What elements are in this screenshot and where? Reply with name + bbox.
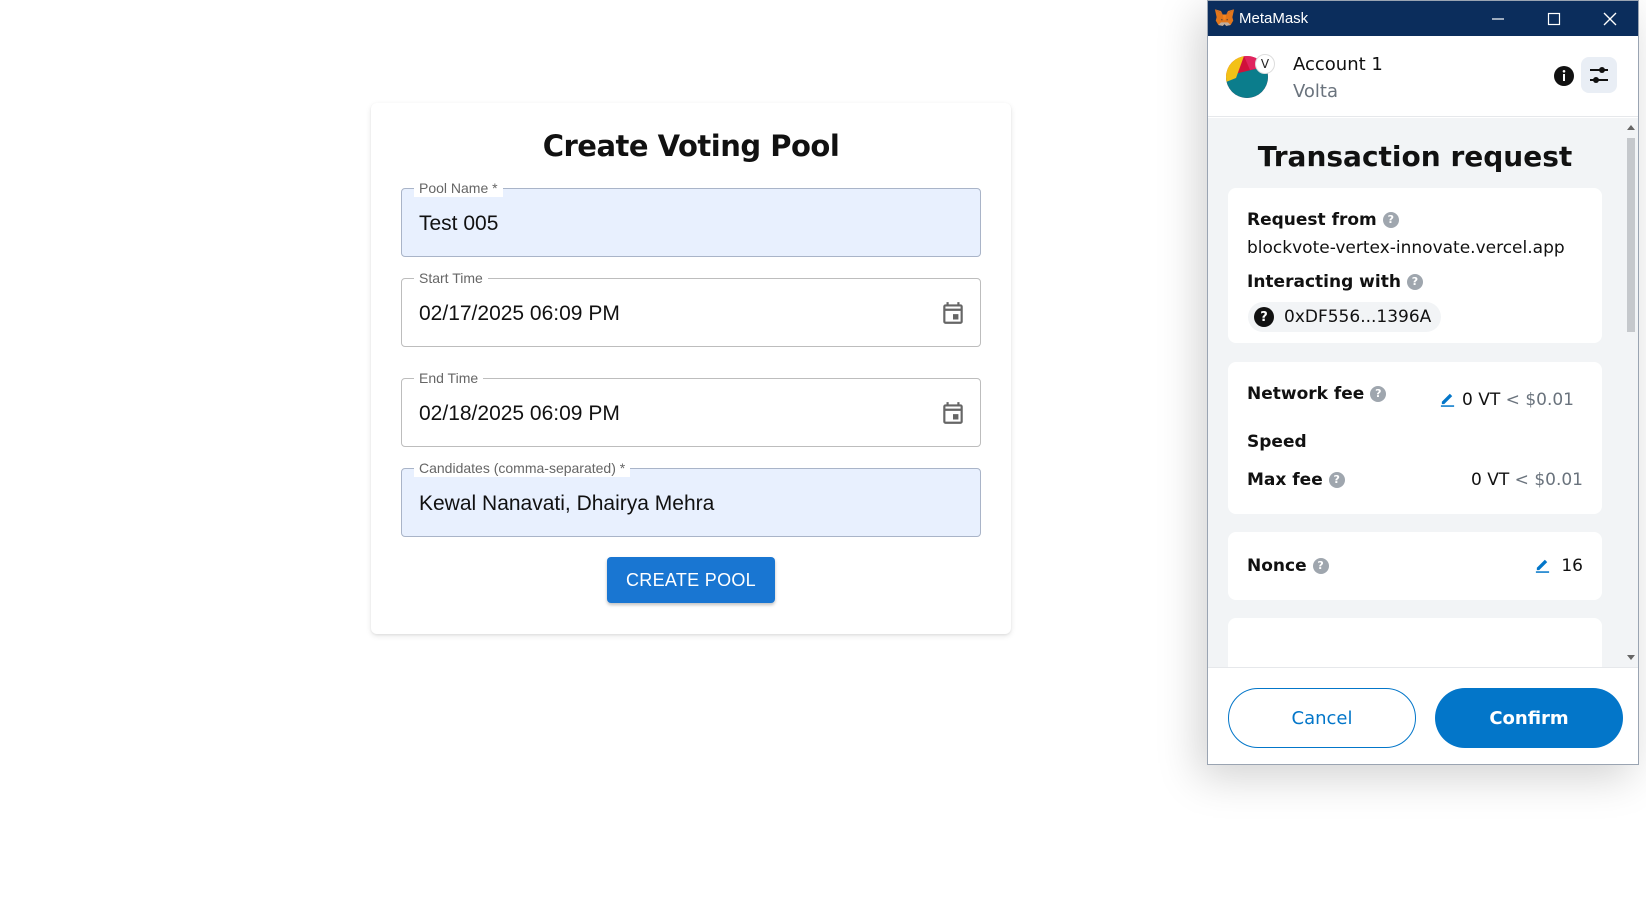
help-icon[interactable]: ?: [1328, 472, 1345, 488]
contract-address-pill[interactable]: ? 0xDF556...1396A: [1248, 302, 1442, 332]
end-time-field[interactable]: End Time 02/18/2025 06:09 PM: [401, 369, 981, 447]
candidates-input[interactable]: Kewal Nanavati, Dhairya Mehra: [419, 492, 714, 516]
pool-name-field[interactable]: Pool Name * Test 005: [401, 179, 981, 257]
network-badge: V: [1255, 54, 1275, 74]
start-time-field[interactable]: Start Time 02/17/2025 06:09 PM: [401, 269, 981, 347]
nonce-value-row[interactable]: 16: [1534, 556, 1583, 576]
metamask-window: MetaMask V Account 1 Volta Transaction r…: [1207, 0, 1639, 765]
minimize-button[interactable]: [1470, 1, 1526, 36]
page-title: Create Voting Pool: [542, 129, 840, 163]
speed-label: Speed: [1247, 432, 1307, 452]
network-fee-value: 0 VT: [1462, 390, 1501, 410]
advanced-details-button[interactable]: [1581, 57, 1617, 93]
candidates-field[interactable]: Candidates (comma-separated) * Kewal Nan…: [401, 459, 981, 537]
close-icon: [1603, 12, 1617, 25]
interacting-with-label: Interacting with: [1247, 272, 1401, 292]
pool-name-label: Pool Name *: [414, 179, 503, 197]
fee-details-box: Network fee? 0 VT < $0.01 Speed Max fee?…: [1228, 362, 1602, 514]
create-pool-card: Create Voting Pool Pool Name * Test 005 …: [371, 103, 1011, 634]
close-button[interactable]: [1582, 1, 1638, 36]
nonce-row: Nonce?: [1247, 556, 1329, 576]
nonce-label: Nonce: [1247, 556, 1307, 576]
window-titlebar[interactable]: MetaMask: [1208, 1, 1638, 36]
pool-name-input[interactable]: Test 005: [419, 212, 498, 236]
window-title: MetaMask: [1239, 10, 1309, 27]
start-time-input[interactable]: 02/17/2025 06:09 PM: [419, 302, 620, 326]
calendar-icon[interactable]: [940, 400, 966, 426]
edit-pencil-icon[interactable]: [1534, 556, 1551, 573]
contract-address: 0xDF556...1396A: [1284, 307, 1432, 327]
settings-sliders-icon: [1590, 67, 1608, 83]
account-name[interactable]: Account 1: [1293, 54, 1383, 75]
transaction-title: Transaction request: [1257, 140, 1573, 173]
request-from-value: blockvote-vertex-innovate.vercel.app: [1247, 238, 1565, 258]
confirm-button[interactable]: Confirm: [1435, 688, 1623, 748]
create-pool-button[interactable]: CREATE POOL: [607, 557, 775, 603]
maximize-button[interactable]: [1526, 1, 1582, 36]
help-icon[interactable]: ?: [1382, 212, 1399, 228]
max-fee-value-row: 0 VT < $0.01: [1471, 470, 1583, 490]
request-from-label: Request from: [1247, 210, 1377, 230]
network-fee-row: Network fee?: [1247, 384, 1387, 404]
request-details-box: Request from? blockvote-vertex-innovate.…: [1228, 188, 1602, 343]
action-footer: Cancel Confirm: [1208, 667, 1638, 764]
metamask-fox-icon: [1214, 9, 1235, 26]
max-fee-value: 0 VT: [1471, 470, 1510, 490]
nonce-value: 16: [1561, 556, 1583, 576]
nonce-box: Nonce? 16: [1228, 532, 1602, 600]
end-time-input[interactable]: 02/18/2025 06:09 PM: [419, 402, 620, 426]
interacting-with-row: Interacting with?: [1247, 272, 1423, 292]
request-from-row: Request from?: [1247, 210, 1399, 230]
scroll-up-arrow-icon[interactable]: [1625, 122, 1637, 132]
help-icon[interactable]: ?: [1312, 558, 1329, 574]
edit-pencil-icon[interactable]: [1439, 390, 1456, 407]
max-fee-row: Max fee?: [1247, 470, 1345, 490]
network-fee-label: Network fee: [1247, 384, 1365, 404]
unknown-contract-icon: ?: [1254, 307, 1274, 327]
help-icon[interactable]: ?: [1370, 386, 1387, 402]
cancel-button[interactable]: Cancel: [1228, 688, 1416, 748]
maximize-icon: [1547, 12, 1561, 25]
network-fee-value-row[interactable]: 0 VT < $0.01: [1439, 390, 1574, 410]
network-name: Volta: [1293, 81, 1339, 102]
max-fee-label: Max fee: [1247, 470, 1323, 490]
help-icon[interactable]: ?: [1406, 274, 1423, 290]
start-time-label: Start Time: [414, 269, 488, 287]
scrollbar[interactable]: [1622, 118, 1638, 667]
network-fee-fiat: < $0.01: [1505, 390, 1574, 410]
account-header: V Account 1 Volta: [1208, 36, 1638, 117]
scroll-down-arrow-icon[interactable]: [1625, 653, 1637, 663]
transaction-body: Transaction request Request from? blockv…: [1208, 118, 1622, 667]
candidates-label: Candidates (comma-separated) *: [414, 459, 631, 477]
next-section-box: [1228, 618, 1602, 667]
calendar-icon[interactable]: [940, 300, 966, 326]
end-time-label: End Time: [414, 369, 484, 387]
scrollbar-thumb[interactable]: [1627, 138, 1635, 332]
max-fee-fiat: < $0.01: [1514, 470, 1583, 490]
info-icon[interactable]: [1553, 65, 1575, 87]
minimize-icon: [1492, 17, 1504, 20]
